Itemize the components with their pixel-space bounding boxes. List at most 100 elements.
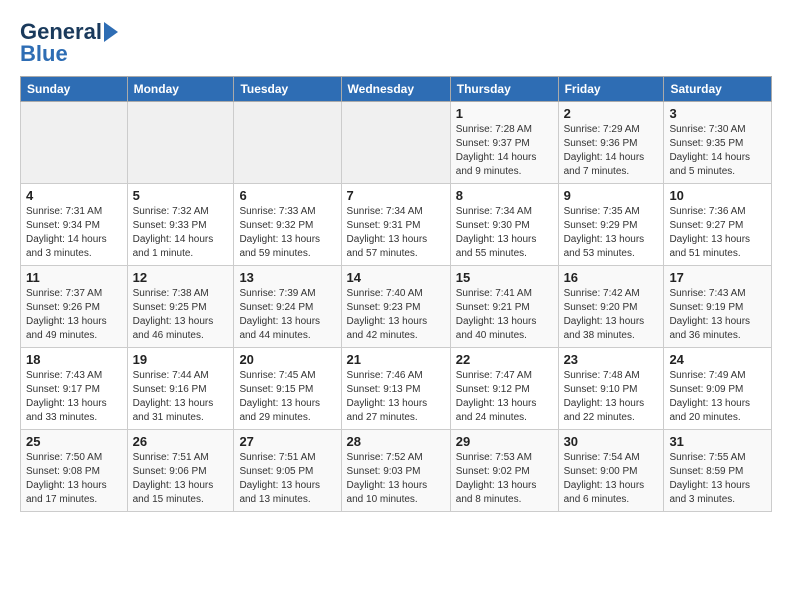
calendar-cell: 22 Sunrise: 7:47 AM Sunset: 9:12 PM Dayli… <box>450 348 558 430</box>
calendar-week-4: 18 Sunrise: 7:43 AM Sunset: 9:17 PM Dayli… <box>21 348 772 430</box>
day-info: Sunrise: 7:49 AM Sunset: 9:09 PM Dayligh… <box>669 369 766 425</box>
day-info: Sunrise: 7:45 AM Sunset: 9:15 PM Dayligh… <box>239 369 335 425</box>
day-number: 3 <box>669 106 766 121</box>
day-info: Sunrise: 7:44 AM Sunset: 9:16 PM Dayligh… <box>133 369 229 425</box>
calendar-cell <box>127 102 234 184</box>
calendar-week-2: 4Sunrise: 7:31 AM Sunset: 9:34 PM Daylig… <box>21 184 772 266</box>
day-info: Sunrise: 7:47 AM Sunset: 9:12 PM Dayligh… <box>456 369 553 425</box>
calendar-cell: 7Sunrise: 7:34 AM Sunset: 9:31 PM Daylig… <box>341 184 450 266</box>
calendar-cell <box>21 102 128 184</box>
weekday-header-friday: Friday <box>558 77 664 102</box>
day-number: 13 <box>239 270 335 285</box>
calendar-cell: 15Sunrise: 7:41 AM Sunset: 9:21 PM Dayli… <box>450 266 558 348</box>
calendar-cell: 12 Sunrise: 7:38 AM Sunset: 9:25 PM Dayli… <box>127 266 234 348</box>
weekday-header-tuesday: Tuesday <box>234 77 341 102</box>
calendar-week-5: 25Sunrise: 7:50 AM Sunset: 9:08 PM Dayli… <box>21 430 772 512</box>
calendar-cell: 13 Sunrise: 7:39 AM Sunset: 9:24 PM Dayli… <box>234 266 341 348</box>
day-number: 15 <box>456 270 553 285</box>
calendar-cell: 4Sunrise: 7:31 AM Sunset: 9:34 PM Daylig… <box>21 184 128 266</box>
calendar-cell: 10 Sunrise: 7:36 AM Sunset: 9:27 PM Dayli… <box>664 184 772 266</box>
day-number: 12 <box>133 270 229 285</box>
day-info: Sunrise: 7:51 AM Sunset: 9:05 PM Dayligh… <box>239 451 335 507</box>
day-info: Sunrise: 7:51 AM Sunset: 9:06 PM Dayligh… <box>133 451 229 507</box>
day-info: Sunrise: 7:52 AM Sunset: 9:03 PM Dayligh… <box>347 451 445 507</box>
day-number: 23 <box>564 352 659 367</box>
calendar-header-row: SundayMondayTuesdayWednesdayThursdayFrid… <box>21 77 772 102</box>
day-info: Sunrise: 7:42 AM Sunset: 9:20 PM Dayligh… <box>564 287 659 343</box>
day-number: 30 <box>564 434 659 449</box>
day-number: 11 <box>26 270 122 285</box>
logo-arrow-icon <box>104 22 118 42</box>
day-number: 20 <box>239 352 335 367</box>
day-info: Sunrise: 7:39 AM Sunset: 9:24 PM Dayligh… <box>239 287 335 343</box>
calendar-cell: 23 Sunrise: 7:48 AM Sunset: 9:10 PM Dayli… <box>558 348 664 430</box>
logo: General Blue <box>20 20 118 66</box>
calendar-cell: 26 Sunrise: 7:51 AM Sunset: 9:06 PM Dayli… <box>127 430 234 512</box>
day-info: Sunrise: 7:37 AM Sunset: 9:26 PM Dayligh… <box>26 287 122 343</box>
day-number: 4 <box>26 188 122 203</box>
day-info: Sunrise: 7:40 AM Sunset: 9:23 PM Dayligh… <box>347 287 445 343</box>
calendar-week-3: 11 Sunrise: 7:37 AM Sunset: 9:26 PM Dayli… <box>21 266 772 348</box>
day-info: Sunrise: 7:30 AM Sunset: 9:35 PM Dayligh… <box>669 123 766 179</box>
calendar-cell <box>234 102 341 184</box>
day-number: 14 <box>347 270 445 285</box>
day-number: 10 <box>669 188 766 203</box>
day-number: 17 <box>669 270 766 285</box>
day-info: Sunrise: 7:54 AM Sunset: 9:00 PM Dayligh… <box>564 451 659 507</box>
weekday-header-monday: Monday <box>127 77 234 102</box>
day-info: Sunrise: 7:33 AM Sunset: 9:32 PM Dayligh… <box>239 205 335 261</box>
day-number: 6 <box>239 188 335 203</box>
calendar-cell: 1Sunrise: 7:28 AM Sunset: 9:37 PM Daylig… <box>450 102 558 184</box>
day-number: 19 <box>133 352 229 367</box>
day-number: 16 <box>564 270 659 285</box>
day-info: Sunrise: 7:38 AM Sunset: 9:25 PM Dayligh… <box>133 287 229 343</box>
day-number: 24 <box>669 352 766 367</box>
calendar-cell: 17 Sunrise: 7:43 AM Sunset: 9:19 PM Dayli… <box>664 266 772 348</box>
day-info: Sunrise: 7:29 AM Sunset: 9:36 PM Dayligh… <box>564 123 659 179</box>
day-info: Sunrise: 7:46 AM Sunset: 9:13 PM Dayligh… <box>347 369 445 425</box>
day-info: Sunrise: 7:55 AM Sunset: 8:59 PM Dayligh… <box>669 451 766 507</box>
day-number: 28 <box>347 434 445 449</box>
day-number: 27 <box>239 434 335 449</box>
calendar-cell: 16 Sunrise: 7:42 AM Sunset: 9:20 PM Dayli… <box>558 266 664 348</box>
calendar-cell <box>341 102 450 184</box>
calendar-cell: 8 Sunrise: 7:34 AM Sunset: 9:30 PM Daylig… <box>450 184 558 266</box>
calendar-cell: 5 Sunrise: 7:32 AM Sunset: 9:33 PM Daylig… <box>127 184 234 266</box>
day-number: 2 <box>564 106 659 121</box>
calendar-cell: 29 Sunrise: 7:53 AM Sunset: 9:02 PM Dayli… <box>450 430 558 512</box>
day-number: 18 <box>26 352 122 367</box>
day-info: Sunrise: 7:32 AM Sunset: 9:33 PM Dayligh… <box>133 205 229 261</box>
calendar-table: SundayMondayTuesdayWednesdayThursdayFrid… <box>20 76 772 512</box>
day-number: 26 <box>133 434 229 449</box>
calendar-cell: 24 Sunrise: 7:49 AM Sunset: 9:09 PM Dayli… <box>664 348 772 430</box>
calendar-cell: 3 Sunrise: 7:30 AM Sunset: 9:35 PM Daylig… <box>664 102 772 184</box>
day-info: Sunrise: 7:35 AM Sunset: 9:29 PM Dayligh… <box>564 205 659 261</box>
weekday-header-saturday: Saturday <box>664 77 772 102</box>
day-info: Sunrise: 7:43 AM Sunset: 9:19 PM Dayligh… <box>669 287 766 343</box>
calendar-cell: 31Sunrise: 7:55 AM Sunset: 8:59 PM Dayli… <box>664 430 772 512</box>
day-info: Sunrise: 7:34 AM Sunset: 9:30 PM Dayligh… <box>456 205 553 261</box>
page-header: General Blue <box>20 20 772 66</box>
day-info: Sunrise: 7:50 AM Sunset: 9:08 PM Dayligh… <box>26 451 122 507</box>
calendar-cell: 25Sunrise: 7:50 AM Sunset: 9:08 PM Dayli… <box>21 430 128 512</box>
day-number: 8 <box>456 188 553 203</box>
day-info: Sunrise: 7:48 AM Sunset: 9:10 PM Dayligh… <box>564 369 659 425</box>
logo-text-blue: Blue <box>20 42 68 66</box>
day-number: 22 <box>456 352 553 367</box>
calendar-week-1: 1Sunrise: 7:28 AM Sunset: 9:37 PM Daylig… <box>21 102 772 184</box>
day-number: 9 <box>564 188 659 203</box>
day-info: Sunrise: 7:36 AM Sunset: 9:27 PM Dayligh… <box>669 205 766 261</box>
calendar-cell: 6 Sunrise: 7:33 AM Sunset: 9:32 PM Daylig… <box>234 184 341 266</box>
calendar-cell: 19 Sunrise: 7:44 AM Sunset: 9:16 PM Dayli… <box>127 348 234 430</box>
calendar-cell: 28 Sunrise: 7:52 AM Sunset: 9:03 PM Dayli… <box>341 430 450 512</box>
day-number: 29 <box>456 434 553 449</box>
calendar-cell: 2 Sunrise: 7:29 AM Sunset: 9:36 PM Daylig… <box>558 102 664 184</box>
day-number: 21 <box>347 352 445 367</box>
day-number: 5 <box>133 188 229 203</box>
day-info: Sunrise: 7:43 AM Sunset: 9:17 PM Dayligh… <box>26 369 122 425</box>
calendar-cell: 30 Sunrise: 7:54 AM Sunset: 9:00 PM Dayli… <box>558 430 664 512</box>
calendar-cell: 18 Sunrise: 7:43 AM Sunset: 9:17 PM Dayli… <box>21 348 128 430</box>
calendar-cell: 11 Sunrise: 7:37 AM Sunset: 9:26 PM Dayli… <box>21 266 128 348</box>
day-info: Sunrise: 7:53 AM Sunset: 9:02 PM Dayligh… <box>456 451 553 507</box>
day-number: 7 <box>347 188 445 203</box>
